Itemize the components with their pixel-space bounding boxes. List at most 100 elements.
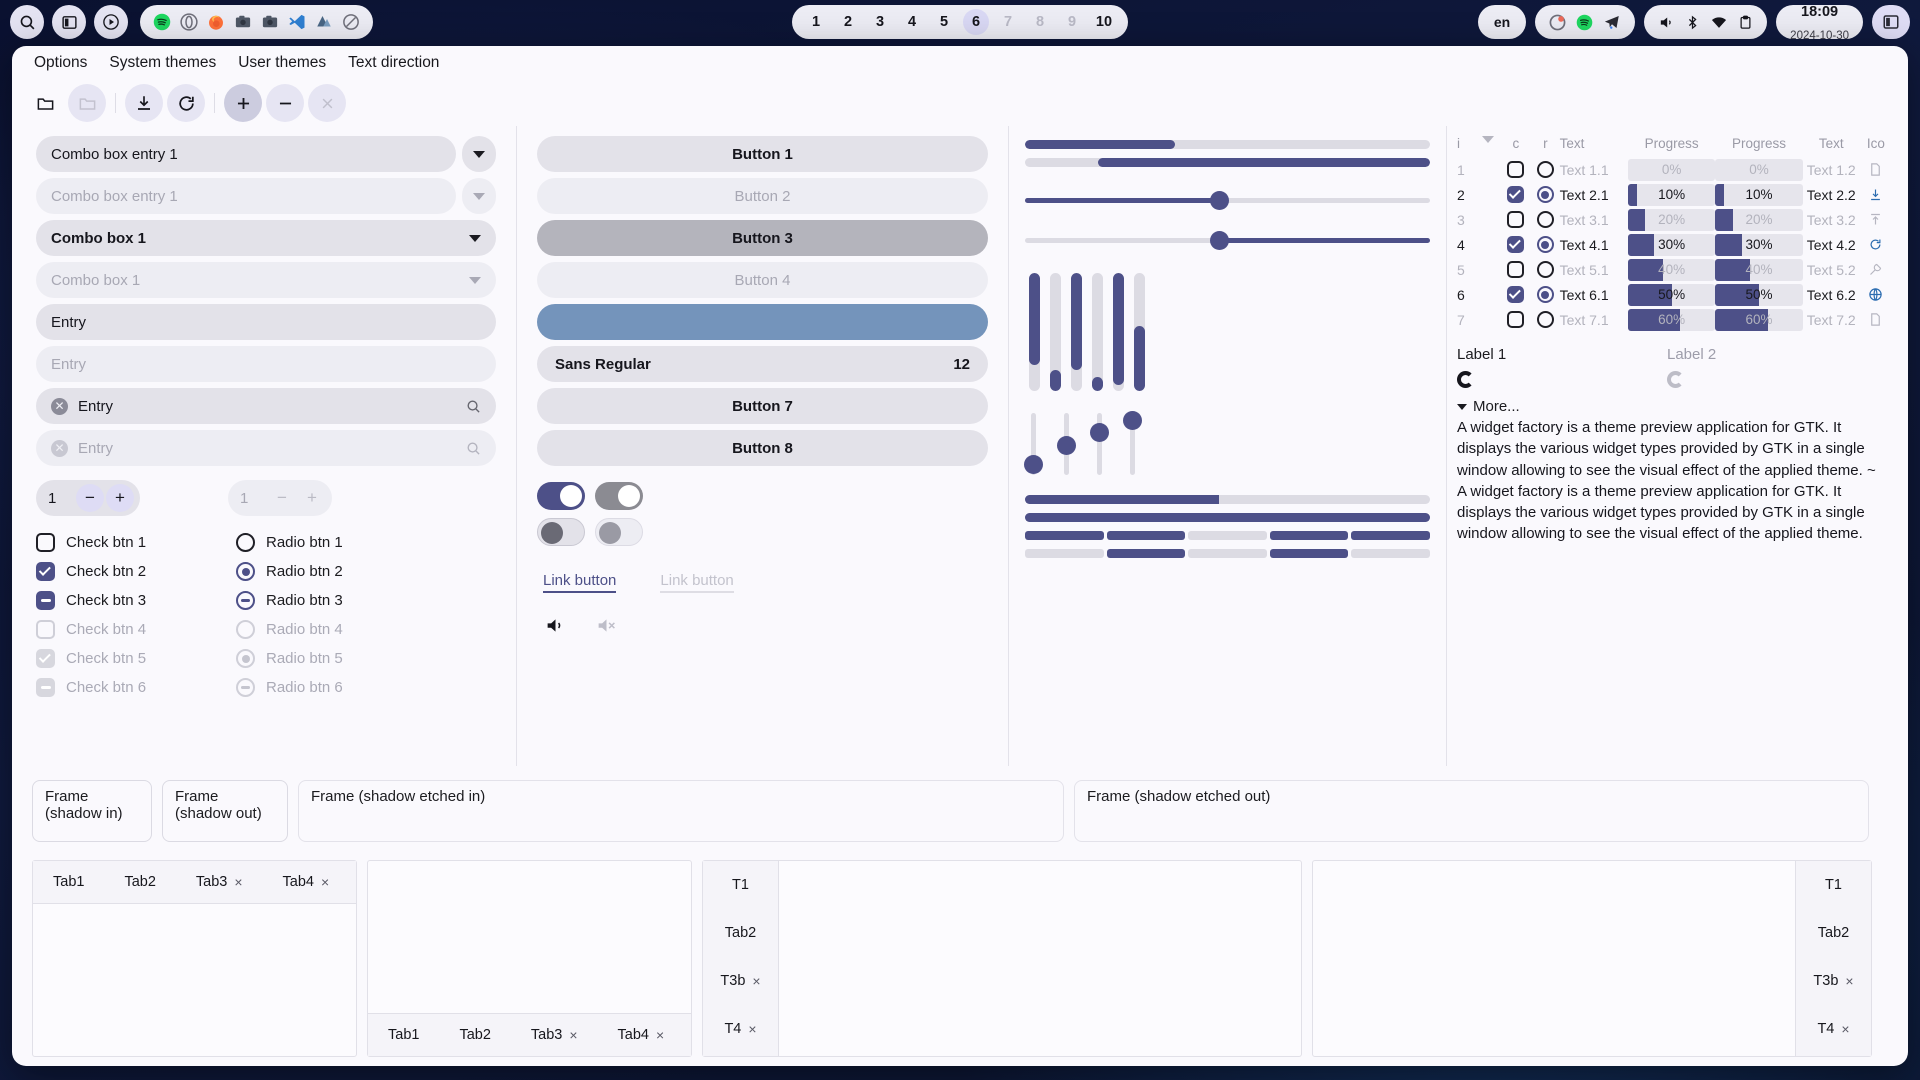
tab-close-icon[interactable]: ×: [748, 1021, 756, 1037]
cell-checkbox[interactable]: [1501, 236, 1531, 253]
tab-t4[interactable]: T4×: [1796, 1005, 1871, 1053]
layout-button[interactable]: [52, 5, 86, 39]
column-header-text[interactable]: Text: [1560, 136, 1628, 151]
tab-close-icon[interactable]: ×: [321, 874, 329, 890]
open-folder-button[interactable]: [26, 84, 64, 122]
search-entry-1[interactable]: ✕ Entry: [36, 388, 496, 424]
font-button[interactable]: Sans Regular 12: [537, 346, 988, 382]
column-header-text-2[interactable]: Text: [1803, 136, 1860, 151]
workspace-6[interactable]: 6: [963, 9, 989, 35]
cell-checkbox[interactable]: [1501, 261, 1531, 278]
vertical-scale-3[interactable]: [1071, 273, 1082, 391]
vertical-scale-5[interactable]: [1113, 273, 1124, 391]
radio-button-2[interactable]: Radio btn 2: [236, 557, 436, 586]
check-button-3[interactable]: Check btn 3: [36, 586, 236, 615]
workspace-10[interactable]: 10: [1091, 9, 1117, 35]
table-row[interactable]: 7Text 7.160%60%Text 7.2: [1447, 307, 1898, 332]
tab-t3b[interactable]: T3b×: [703, 957, 778, 1005]
table-row[interactable]: 4Text 4.130%30%Text 4.2: [1447, 232, 1898, 257]
cell-checkbox[interactable]: [1501, 286, 1531, 303]
scale-handle[interactable]: [1210, 191, 1229, 210]
scale-2[interactable]: [1025, 229, 1430, 251]
cell-radio[interactable]: [1531, 211, 1560, 228]
tab-t4[interactable]: T4×: [703, 1005, 778, 1053]
tab-tab3[interactable]: Tab3×: [511, 1014, 598, 1056]
search-button[interactable]: [10, 5, 44, 39]
tab-tab1[interactable]: Tab1: [368, 1014, 439, 1056]
tab-tab1[interactable]: Tab1: [33, 861, 104, 903]
cell-checkbox[interactable]: [1501, 161, 1531, 178]
scale-handle[interactable]: [1210, 231, 1229, 250]
add-button[interactable]: [224, 84, 262, 122]
clipboard-icon[interactable]: [1738, 14, 1753, 31]
tab-close-icon[interactable]: ×: [1845, 973, 1853, 989]
sidebar-toggle-button[interactable]: [1872, 5, 1910, 39]
opera-icon[interactable]: [180, 13, 198, 31]
check-button-1[interactable]: Check btn 1: [36, 528, 236, 557]
volume-icon[interactable]: [1658, 14, 1675, 31]
tab-tab2[interactable]: Tab2: [439, 1014, 510, 1056]
workspace-2[interactable]: 2: [835, 9, 861, 35]
cell-radio[interactable]: [1531, 186, 1560, 203]
cell-radio[interactable]: [1531, 311, 1560, 328]
combo-box-entry-1[interactable]: Combo box entry 1: [36, 136, 456, 172]
switch-on[interactable]: [537, 482, 585, 510]
vertical-scale-6[interactable]: [1134, 273, 1145, 391]
tab-tab3[interactable]: Tab3×: [176, 861, 263, 903]
scale-handle[interactable]: [1024, 455, 1043, 474]
tab-tab2[interactable]: Tab2: [703, 909, 778, 957]
combo-entry-row-1[interactable]: Combo box entry 1: [36, 136, 496, 172]
bluetooth-icon[interactable]: [1685, 14, 1700, 31]
cell-checkbox[interactable]: [1501, 311, 1531, 328]
menu-item-text-direction[interactable]: Text direction: [348, 54, 439, 72]
language-indicator[interactable]: en: [1478, 5, 1526, 39]
tab-tab2[interactable]: Tab2: [104, 861, 175, 903]
link-button-1[interactable]: Link button: [543, 572, 616, 593]
spin-increment-button[interactable]: +: [106, 484, 134, 512]
opera-tray-icon[interactable]: [1549, 14, 1566, 31]
tab-tab2[interactable]: Tab2: [1796, 909, 1871, 957]
cell-radio[interactable]: [1531, 286, 1560, 303]
vertical-mark-scale-3[interactable]: [1097, 413, 1102, 475]
cell-radio[interactable]: [1531, 236, 1560, 253]
check-button-2[interactable]: Check btn 2: [36, 557, 236, 586]
teams-icon[interactable]: [315, 13, 333, 31]
clock[interactable]: 18:09 2024-10-30: [1776, 5, 1863, 39]
workspace-4[interactable]: 4: [899, 9, 925, 35]
vertical-mark-scale-4[interactable]: [1130, 413, 1135, 475]
tab-close-icon[interactable]: ×: [234, 874, 242, 890]
combo-entry-1-dropdown[interactable]: [462, 136, 496, 172]
play-button[interactable]: [94, 5, 128, 39]
switch-off[interactable]: [537, 518, 585, 546]
tab-close-icon[interactable]: ×: [656, 1027, 664, 1043]
cell-radio[interactable]: [1531, 161, 1560, 178]
scale-handle[interactable]: [1057, 436, 1076, 455]
tab-t1[interactable]: T1: [1796, 861, 1871, 909]
tab-close-icon[interactable]: ×: [752, 973, 760, 989]
tab-tab4[interactable]: Tab4×: [263, 861, 350, 903]
clear-icon[interactable]: ✕: [51, 398, 68, 415]
radio-button-1[interactable]: Radio btn 1: [236, 528, 436, 557]
vertical-scale-2[interactable]: [1050, 273, 1061, 391]
spotify-icon[interactable]: [153, 13, 171, 31]
column-header-progress-2[interactable]: Progress: [1715, 136, 1802, 151]
radio-button-3[interactable]: Radio btn 3: [236, 586, 436, 615]
cell-checkbox[interactable]: [1501, 211, 1531, 228]
column-header-progress-1[interactable]: Progress: [1628, 136, 1715, 151]
button-1[interactable]: Button 1: [537, 136, 988, 172]
button-8[interactable]: Button 8: [537, 430, 988, 466]
expander-more[interactable]: More...: [1447, 388, 1898, 417]
firefox-icon[interactable]: [207, 13, 225, 31]
wifi-icon[interactable]: [1710, 14, 1728, 31]
spin-button-1[interactable]: 1 − +: [36, 480, 140, 516]
blocked-icon[interactable]: [342, 13, 360, 31]
table-row[interactable]: 6Text 6.150%50%Text 6.2: [1447, 282, 1898, 307]
combo-box-1[interactable]: Combo box 1: [36, 220, 496, 256]
button-7[interactable]: Button 7: [537, 388, 988, 424]
workspace-7[interactable]: 7: [995, 9, 1021, 35]
tab-t1[interactable]: T1: [703, 861, 778, 909]
menu-item-system-themes[interactable]: System themes: [109, 54, 216, 72]
spin-decrement-button[interactable]: −: [76, 484, 104, 512]
scale-handle[interactable]: [1090, 423, 1109, 442]
download-button[interactable]: [125, 84, 163, 122]
